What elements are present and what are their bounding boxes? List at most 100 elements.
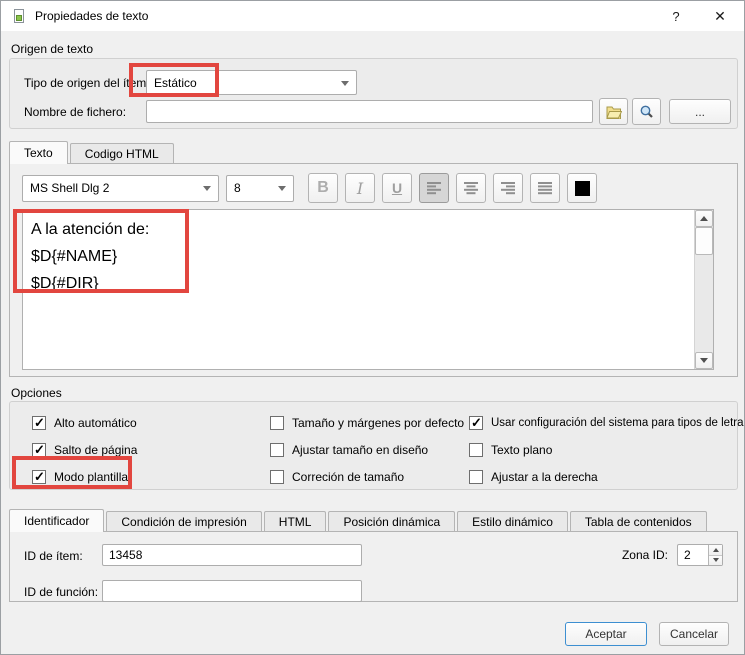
zona-id-label: Zona ID: xyxy=(622,548,668,562)
align-justify-button[interactable] xyxy=(530,173,560,203)
text-line: A la atención de: xyxy=(31,216,686,243)
open-file-button[interactable] xyxy=(599,98,628,125)
align-right-icon xyxy=(499,181,517,195)
tipo-origen-label: Tipo de origen del ítem: xyxy=(24,76,150,90)
font-size-combobox[interactable]: 8 xyxy=(226,175,294,202)
checkbox-alto-automatico[interactable]: ✓ Alto automático xyxy=(32,416,262,430)
accept-button[interactable]: Aceptar xyxy=(565,622,647,646)
checkbox-label: Tamaño y márgenes por defecto xyxy=(292,416,464,430)
origen-groupbox: Tipo de origen del ítem: Estático Nombre… xyxy=(9,58,738,129)
tab-codigo-html[interactable]: Codigo HTML xyxy=(70,143,174,164)
tab-estilo-dinamico[interactable]: Estilo dinámico xyxy=(457,511,568,532)
dialog-title: Propiedades de texto xyxy=(35,9,148,23)
bold-icon: B xyxy=(317,179,329,197)
checkbox-label: Usar configuración del sistema para tipo… xyxy=(491,417,744,429)
scroll-down-button[interactable] xyxy=(695,352,713,369)
id-funcion-input[interactable] xyxy=(102,580,362,602)
font-family-combobox[interactable]: MS Shell Dlg 2 xyxy=(22,175,219,202)
font-color-button[interactable] xyxy=(567,173,597,203)
checkbox-label: Salto de página xyxy=(54,443,137,457)
align-center-icon xyxy=(462,181,480,195)
font-size-value: 8 xyxy=(234,181,241,195)
checkbox-box[interactable]: ✓ xyxy=(469,443,483,457)
align-right-button[interactable] xyxy=(493,173,523,203)
document-icon xyxy=(11,8,27,24)
tab-posicion-dinamica[interactable]: Posición dinámica xyxy=(328,511,455,532)
browse-button[interactable]: ... xyxy=(669,99,731,124)
spin-down-button[interactable] xyxy=(709,556,722,566)
scroll-up-button[interactable] xyxy=(695,210,713,227)
titlebar: Propiedades de texto ? ✕ xyxy=(1,1,744,31)
zona-id-spinner[interactable] xyxy=(677,544,723,566)
align-center-button[interactable] xyxy=(456,173,486,203)
checkbox-box[interactable]: ✓ xyxy=(270,443,284,457)
search-file-button[interactable] xyxy=(632,98,661,125)
color-swatch-black xyxy=(575,181,590,196)
checkbox-box[interactable]: ✓ xyxy=(32,443,46,457)
editor-tabbar: Texto Codigo HTML xyxy=(9,141,176,164)
checkbox-correcion-tamano[interactable]: ✓ Correción de tamaño xyxy=(270,470,490,484)
checkbox-box[interactable]: ✓ xyxy=(270,470,284,484)
check-icon: ✓ xyxy=(34,442,45,458)
tab-identificador[interactable]: Identificador xyxy=(9,509,104,532)
text-content-area[interactable]: A la atención de: $D{#NAME} $D{#DIR} xyxy=(22,209,714,370)
text-line: $D{#DIR} xyxy=(31,270,686,297)
checkbox-ajustar-derecha[interactable]: ✓ Ajustar a la derecha xyxy=(469,470,737,484)
checkbox-box[interactable]: ✓ xyxy=(469,470,483,484)
identificador-tabpanel: ID de ítem: Zona ID: ID de función: xyxy=(9,531,738,602)
options-column-2: ✓ Tamaño y márgenes por defecto ✓ Ajusta… xyxy=(270,416,490,484)
text-line: $D{#NAME} xyxy=(31,243,686,270)
arrow-up-icon xyxy=(713,548,719,552)
checkbox-tamano-margenes[interactable]: ✓ Tamaño y márgenes por defecto xyxy=(270,416,490,430)
checkbox-label: Modo plantilla xyxy=(54,470,128,484)
scrollbar-track[interactable] xyxy=(695,227,713,352)
check-icon: ✓ xyxy=(34,415,45,431)
underline-icon: U xyxy=(392,180,402,196)
tab-texto[interactable]: Texto xyxy=(9,141,68,164)
align-left-button[interactable] xyxy=(419,173,449,203)
tab-tabla-contenidos[interactable]: Tabla de contenidos xyxy=(570,511,707,532)
checkbox-modo-plantilla[interactable]: ✓ Modo plantilla xyxy=(32,470,262,484)
checkbox-salto-de-pagina[interactable]: ✓ Salto de página xyxy=(32,443,262,457)
checkbox-label: Ajustar a la derecha xyxy=(491,470,598,484)
checkbox-box[interactable]: ✓ xyxy=(270,416,284,430)
opciones-group-title: Opciones xyxy=(11,386,62,400)
spin-up-button[interactable] xyxy=(709,545,722,556)
tab-html[interactable]: HTML xyxy=(264,511,327,532)
opciones-groupbox: ✓ Alto automático ✓ Salto de página ✓ Mo… xyxy=(9,401,738,490)
tipo-origen-combobox[interactable]: Estático xyxy=(146,70,357,95)
checkbox-label: Texto plano xyxy=(491,443,552,457)
help-button[interactable]: ? xyxy=(656,1,696,31)
text-content[interactable]: A la atención de: $D{#NAME} $D{#DIR} xyxy=(23,210,694,369)
checkbox-box[interactable]: ✓ xyxy=(32,416,46,430)
fichero-input[interactable] xyxy=(146,100,593,123)
checkbox-label: Alto automático xyxy=(54,416,137,430)
options-column-3: ✓ Usar configuración del sistema para ti… xyxy=(469,416,737,484)
font-toolbar: MS Shell Dlg 2 8 B I U xyxy=(22,173,604,203)
close-button[interactable]: ✕ xyxy=(696,1,744,31)
checkbox-ajustar-tamano[interactable]: ✓ Ajustar tamaño en diseño xyxy=(270,443,490,457)
checkbox-usar-configuracion-sistema[interactable]: ✓ Usar configuración del sistema para ti… xyxy=(469,416,737,430)
arrow-up-icon xyxy=(700,216,708,221)
checkbox-box[interactable]: ✓ xyxy=(469,416,483,430)
textarea-scrollbar[interactable] xyxy=(694,210,713,369)
chevron-down-icon xyxy=(278,186,286,191)
spinner-buttons xyxy=(708,545,722,565)
id-item-input[interactable] xyxy=(102,544,362,566)
text-properties-dialog: Propiedades de texto ? ✕ Origen de texto… xyxy=(0,0,745,655)
id-item-label: ID de ítem: xyxy=(24,549,83,563)
arrow-down-icon xyxy=(713,558,719,562)
align-justify-icon xyxy=(536,181,554,195)
checkbox-box[interactable]: ✓ xyxy=(32,470,46,484)
cancel-button[interactable]: Cancelar xyxy=(659,622,729,646)
underline-button[interactable]: U xyxy=(382,173,412,203)
font-family-value: MS Shell Dlg 2 xyxy=(30,181,109,195)
identificador-tabbar: Identificador Condición de impresión HTM… xyxy=(9,509,709,532)
bold-button[interactable]: B xyxy=(308,173,338,203)
checkbox-label: Ajustar tamaño en diseño xyxy=(292,443,428,457)
checkbox-texto-plano[interactable]: ✓ Texto plano xyxy=(469,443,737,457)
check-icon: ✓ xyxy=(471,415,482,431)
scrollbar-thumb[interactable] xyxy=(695,227,713,255)
tab-condicion-impresion[interactable]: Condición de impresión xyxy=(106,511,261,532)
italic-button[interactable]: I xyxy=(345,173,375,203)
